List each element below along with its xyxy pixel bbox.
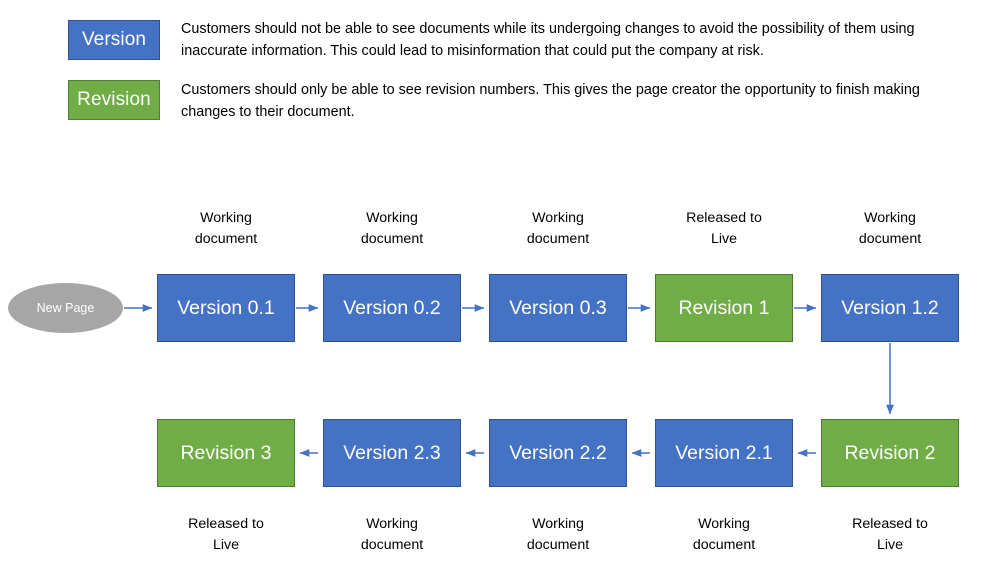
node-version-2-3[interactable]: Version 2.3	[323, 419, 461, 487]
node-version-1-2[interactable]: Version 1.2	[821, 274, 959, 342]
node-version-2-3-label: Version 2.3	[343, 441, 441, 464]
caption-row1-1: Working document	[360, 210, 424, 247]
node-version-0-2[interactable]: Version 0.2	[323, 274, 461, 342]
node-revision-2[interactable]: Revision 2	[821, 419, 959, 487]
caption-row2-1: Working document	[360, 516, 424, 553]
node-revision-2-label: Revision 2	[844, 441, 936, 464]
caption-row1-0: Working document	[194, 210, 258, 247]
node-version-2-2[interactable]: Version 2.2	[489, 419, 627, 487]
node-revision-1-label: Revision 1	[678, 296, 770, 319]
legend-chip-version-label: Version	[81, 29, 147, 50]
node-revision-3[interactable]: Revision 3	[157, 419, 295, 487]
node-revision-1[interactable]: Revision 1	[655, 274, 793, 342]
diagram-canvas: Version Customers should not be able to …	[0, 0, 999, 585]
caption-row2-2: Working document	[526, 516, 590, 553]
node-version-1-2-label: Version 1.2	[841, 296, 939, 319]
node-version-0-3[interactable]: Version 0.3	[489, 274, 627, 342]
node-version-0-1-label: Version 0.1	[177, 296, 275, 319]
node-new-page-label: New Page	[36, 301, 95, 315]
node-revision-3-label: Revision 3	[180, 441, 272, 464]
node-version-0-3-label: Version 0.3	[509, 296, 607, 319]
caption-row2-4: Released to Live	[852, 516, 928, 553]
caption-row2-0: Released to Live	[188, 516, 264, 553]
legend-description-revision: Customers should only be able to see rev…	[181, 82, 920, 120]
caption-row1-4: Working document	[858, 210, 922, 247]
legend-description-version: Customers should not be able to see docu…	[181, 21, 915, 59]
node-version-2-1-label: Version 2.1	[675, 441, 773, 464]
caption-row1-3: Released to Live	[686, 210, 762, 247]
caption-row1-2: Working document	[526, 210, 590, 247]
node-version-0-2-label: Version 0.2	[343, 296, 441, 319]
node-version-2-1[interactable]: Version 2.1	[655, 419, 793, 487]
node-version-0-1[interactable]: Version 0.1	[157, 274, 295, 342]
legend-chip-revision-label: Revision	[77, 89, 151, 110]
legend-chip-version: Version	[68, 20, 160, 60]
node-version-2-2-label: Version 2.2	[509, 441, 607, 464]
caption-row2-3: Working document	[692, 516, 756, 553]
legend-chip-revision: Revision	[68, 80, 160, 120]
node-new-page[interactable]: New Page	[8, 283, 123, 333]
